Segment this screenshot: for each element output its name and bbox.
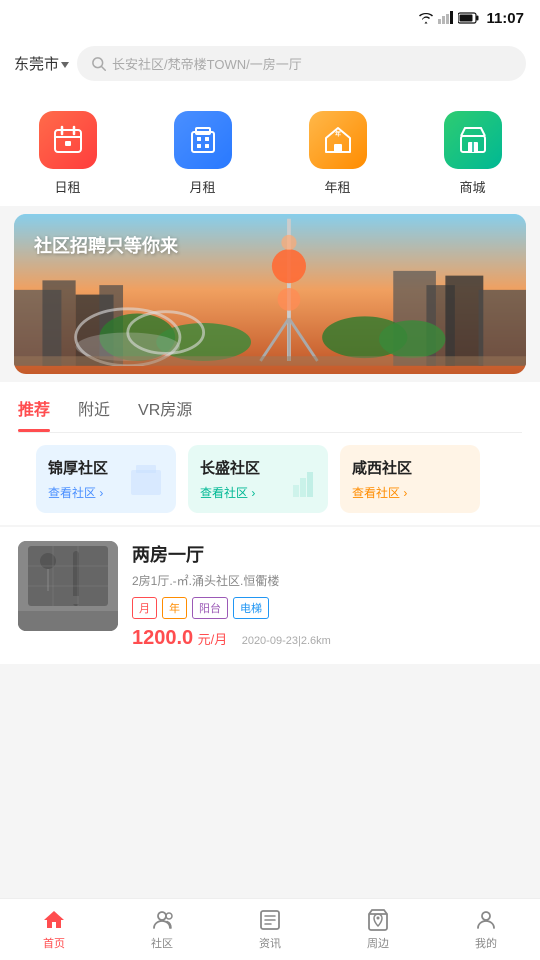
monthly-label: 月租	[189, 177, 215, 196]
store-icon	[457, 124, 489, 156]
status-time: 11:07	[486, 10, 524, 27]
yearly-icon-bg: 年	[309, 111, 367, 169]
listing-price: 1200.0	[132, 627, 193, 649]
search-box[interactable]: 长安社区/梵帝楼TOWN/一房一厅	[77, 46, 526, 81]
daily-label: 日租	[54, 177, 80, 196]
yearly-label: 年租	[324, 177, 350, 196]
tabs-section: 推荐 附近 VR房源 锦厚社区 查看社区 › 长盛社区 查看社区 ›	[0, 382, 540, 525]
menu-item-monthly[interactable]: 月租	[174, 111, 232, 196]
chevron-down-icon	[61, 62, 69, 68]
search-placeholder: 长安社区/梵帝楼TOWN/一房一厅	[112, 54, 302, 73]
listing-meta: 2020-09-23|2.6km	[242, 635, 331, 647]
nav-label-mine: 我的	[475, 935, 497, 951]
listing-image	[18, 541, 118, 631]
mine-nav-icon	[474, 908, 498, 932]
city-selector[interactable]: 东莞市	[14, 53, 69, 74]
listing-section[interactable]: 两房一厅 2房1厅.-㎡.涌头社区.恒衢楼 月 年 阳台 电梯 1200.0 元…	[0, 527, 540, 664]
community-scroll: 锦厚社区 查看社区 › 长盛社区 查看社区 › 咸西社区 查看	[18, 433, 522, 525]
banner-bg: 社区招聘只等你来	[14, 214, 526, 374]
svg-text:年: 年	[334, 130, 340, 138]
menu-item-daily[interactable]: 日租	[39, 111, 97, 196]
house-icon: 年	[322, 124, 354, 156]
signal-icon	[438, 11, 454, 25]
tabs-row: 推荐 附近 VR房源	[18, 396, 522, 433]
mall-icon-bg	[444, 111, 502, 169]
community-card-xianxi[interactable]: 咸西社区 查看社区 ›	[340, 445, 480, 513]
nav-item-home[interactable]: 首页	[24, 908, 84, 951]
community-icon-changsheng	[278, 460, 318, 505]
city-name: 东莞市	[14, 53, 59, 74]
tag-year: 年	[162, 597, 187, 619]
nav-label-news: 资讯	[259, 935, 281, 951]
mall-label: 商城	[459, 177, 485, 196]
battery-icon	[458, 12, 480, 24]
nav-item-news[interactable]: 资讯	[240, 908, 300, 951]
nav-item-mine[interactable]: 我的	[456, 908, 516, 951]
daily-icon	[39, 111, 97, 169]
tab-recommend[interactable]: 推荐	[18, 396, 50, 422]
listing-img-placeholder	[18, 541, 118, 631]
listing-price-unit: 元/月	[198, 632, 228, 647]
community-link-xianxi[interactable]: 查看社区 ›	[352, 484, 468, 501]
community-card-changsheng[interactable]: 长盛社区 查看社区 ›	[188, 445, 328, 513]
community-name-xianxi: 咸西社区	[352, 457, 468, 478]
building-icon	[187, 124, 219, 156]
banner[interactable]: 社区招聘只等你来	[14, 214, 526, 374]
menu-item-mall[interactable]: 商城	[444, 111, 502, 196]
tag-month: 月	[132, 597, 157, 619]
tag-balcony: 阳台	[192, 597, 228, 619]
quick-menu: 日租 月租 年 年租	[0, 93, 540, 206]
tab-nearby[interactable]: 附近	[78, 396, 110, 422]
home-nav-icon	[42, 908, 66, 932]
tab-vr[interactable]: VR房源	[138, 396, 192, 422]
bottom-nav: 首页 社区 资讯 周边	[0, 898, 540, 960]
listing-subtitle: 2房1厅.-㎡.涌头社区.恒衢楼	[132, 572, 522, 589]
banner-text: 社区招聘只等你来	[34, 232, 178, 258]
tag-elevator: 电梯	[233, 597, 269, 619]
listing-title: 两房一厅	[132, 541, 522, 567]
nav-label-community: 社区	[151, 935, 173, 951]
status-bar: 11:07	[0, 0, 540, 36]
nav-item-community[interactable]: 社区	[132, 908, 192, 951]
community-card-jinhou[interactable]: 锦厚社区 查看社区 ›	[36, 445, 176, 513]
nav-item-nearby[interactable]: 周边	[348, 908, 408, 951]
search-header: 东莞市 长安社区/梵帝楼TOWN/一房一厅	[0, 36, 540, 93]
calendar-icon	[52, 124, 84, 156]
nav-label-nearby: 周边	[367, 935, 389, 951]
monthly-icon-bg	[174, 111, 232, 169]
listing-tags: 月 年 阳台 电梯	[132, 597, 522, 619]
listing-price-row: 1200.0 元/月 2020-09-23|2.6km	[132, 627, 522, 650]
search-icon	[91, 56, 106, 71]
status-icons	[418, 11, 480, 25]
news-nav-icon	[258, 908, 282, 932]
community-icon-jinhou	[126, 460, 166, 505]
community-nav-icon	[150, 908, 174, 932]
nav-label-home: 首页	[43, 935, 65, 951]
nearby-nav-icon	[366, 908, 390, 932]
menu-item-yearly[interactable]: 年 年租	[309, 111, 367, 196]
wifi-icon	[418, 11, 434, 25]
listing-info: 两房一厅 2房1厅.-㎡.涌头社区.恒衢楼 月 年 阳台 电梯 1200.0 元…	[132, 541, 522, 650]
